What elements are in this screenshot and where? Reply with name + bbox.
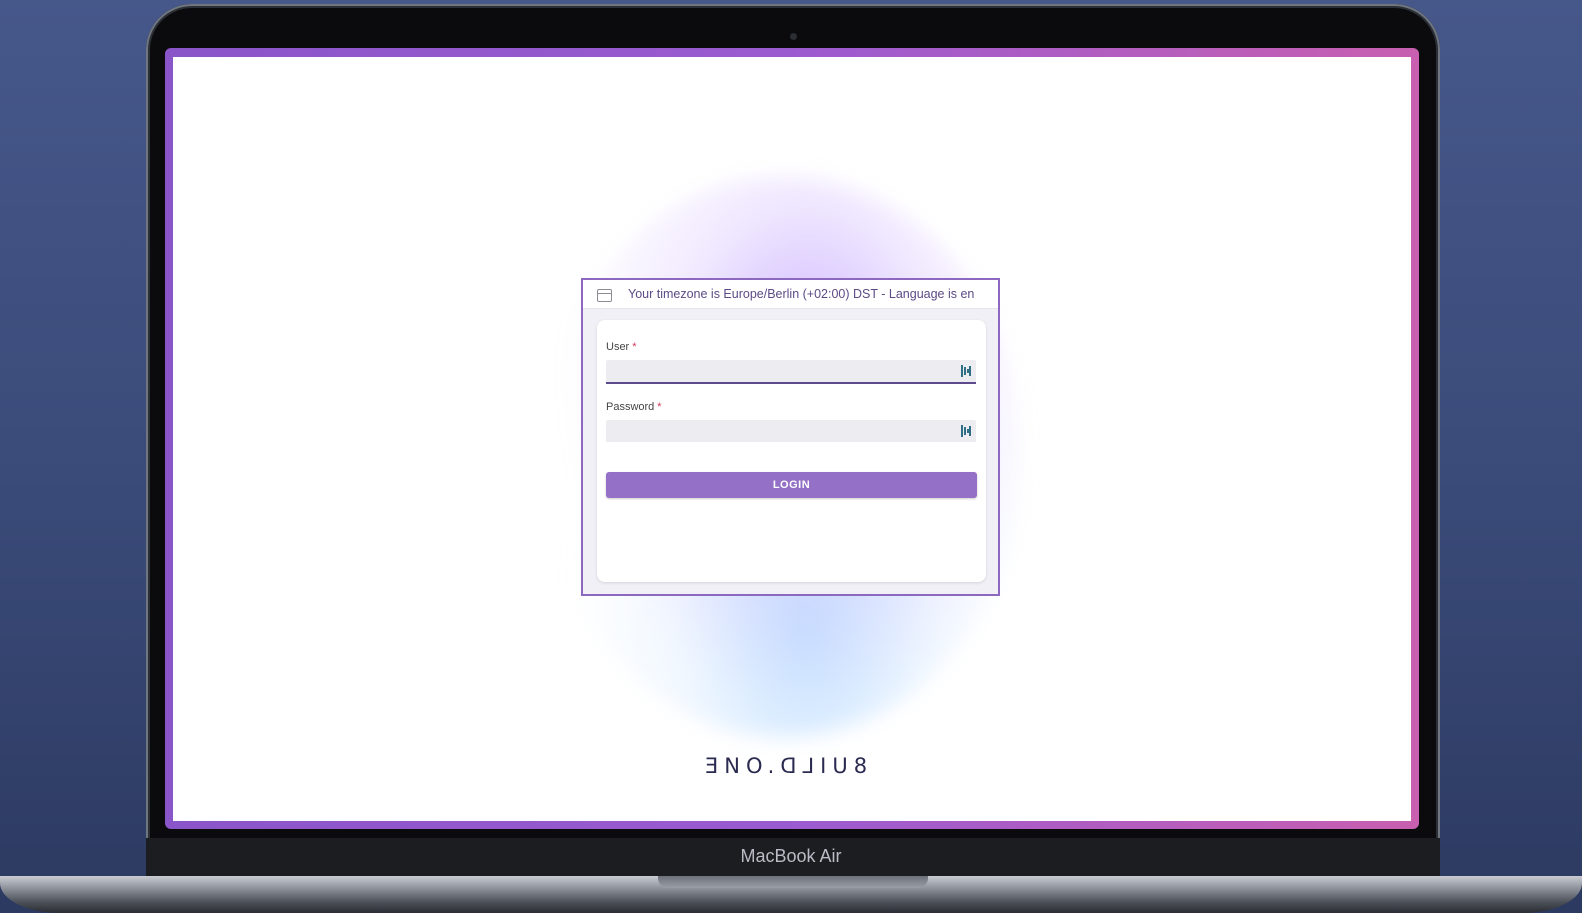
login-button[interactable]: LOGIN: [606, 472, 977, 498]
required-marker: *: [657, 401, 662, 413]
password-label: Password *: [606, 401, 662, 413]
timezone-notice: Your timezone is Europe/Berlin (+02:00) …: [628, 287, 975, 301]
password-manager-icon[interactable]: [961, 425, 971, 437]
timezone-bar: Your timezone is Europe/Berlin (+02:00) …: [583, 280, 998, 309]
password-label-text: Password: [606, 401, 655, 413]
password-field[interactable]: [606, 420, 976, 442]
user-label-text: User: [606, 341, 630, 353]
user-input[interactable]: [606, 360, 962, 382]
user-field[interactable]: [606, 360, 976, 384]
login-card: User * Password * LOGIN: [597, 320, 986, 582]
camera-dot: [790, 33, 797, 40]
password-manager-icon[interactable]: [961, 365, 971, 377]
required-marker: *: [632, 341, 637, 353]
buildone-logo: ƎNO.ᗡ⅃IU8: [705, 754, 874, 778]
user-label: User *: [606, 341, 637, 353]
laptop-hinge-notch: [658, 876, 928, 888]
screen: Your timezone is Europe/Berlin (+02:00) …: [173, 57, 1411, 821]
login-dialog: Your timezone is Europe/Berlin (+02:00) …: [581, 278, 1000, 596]
model-label: MacBook Air: [740, 846, 842, 866]
password-input[interactable]: [606, 420, 962, 442]
calendar-icon: [597, 289, 612, 302]
